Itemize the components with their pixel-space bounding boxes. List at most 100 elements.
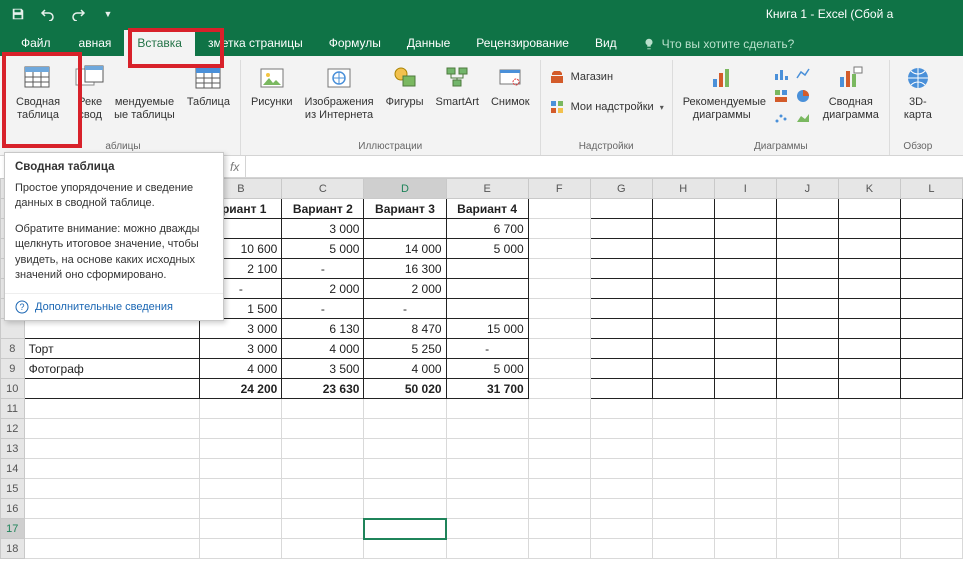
cell[interactable] bbox=[446, 279, 528, 299]
cell[interactable]: 3 500 bbox=[282, 359, 364, 379]
cell[interactable]: 3 000 bbox=[200, 319, 282, 339]
col-header-k[interactable]: K bbox=[838, 179, 900, 199]
save-icon[interactable] bbox=[8, 4, 28, 24]
col-header-f[interactable]: F bbox=[528, 179, 590, 199]
cell[interactable]: 6 130 bbox=[282, 319, 364, 339]
col-header-j[interactable]: J bbox=[776, 179, 838, 199]
row-header-8[interactable]: 8 bbox=[1, 339, 25, 359]
cell[interactable]: 8 470 bbox=[364, 319, 446, 339]
cell[interactable]: Вариант 2 bbox=[282, 199, 364, 219]
col-header-i[interactable]: I bbox=[714, 179, 776, 199]
row-header-12[interactable]: 12 bbox=[1, 419, 25, 439]
row-header-10[interactable]: 10 bbox=[1, 379, 25, 399]
cell[interactable]: 31 700 bbox=[446, 379, 528, 399]
tab-page-layout[interactable]: зметка страницы bbox=[195, 30, 316, 56]
hierarchy-chart-icon[interactable] bbox=[771, 86, 791, 106]
table-button[interactable]: Таблица bbox=[183, 60, 234, 111]
row-header-9[interactable]: 9 bbox=[1, 359, 25, 379]
cell[interactable]: - bbox=[364, 299, 446, 319]
pivot-chart-button[interactable]: Сводная диаграмма bbox=[819, 60, 883, 123]
tab-formulas[interactable]: Формулы bbox=[316, 30, 394, 56]
3d-map-button[interactable]: 3D- карта bbox=[896, 60, 940, 123]
cell[interactable]: 2 000 bbox=[364, 279, 446, 299]
fx-label[interactable]: fx bbox=[224, 160, 245, 174]
store-button[interactable]: Магазин bbox=[547, 68, 666, 86]
cell[interactable] bbox=[446, 259, 528, 279]
smartart-button[interactable]: SmartArt bbox=[432, 60, 483, 111]
column-chart-icon[interactable] bbox=[771, 64, 791, 84]
cell[interactable]: - bbox=[282, 259, 364, 279]
cell[interactable]: - bbox=[446, 339, 528, 359]
recommended-pivot-prefix[interactable]: Реке свод bbox=[68, 60, 112, 123]
cell[interactable]: 4 000 bbox=[282, 339, 364, 359]
undo-icon[interactable] bbox=[38, 4, 58, 24]
my-addins-label: Мои надстройки bbox=[571, 101, 654, 113]
row-header-17[interactable]: 17 bbox=[1, 519, 25, 539]
row-header-13[interactable]: 13 bbox=[1, 439, 25, 459]
tab-insert[interactable]: Вставка bbox=[124, 30, 195, 56]
tab-view[interactable]: Вид bbox=[582, 30, 630, 56]
cell[interactable] bbox=[24, 379, 200, 399]
cell[interactable]: Торт bbox=[24, 339, 200, 359]
cell[interactable] bbox=[364, 219, 446, 239]
tooltip-body-1: Простое упорядочение и сведение данных в… bbox=[15, 181, 213, 212]
surface-chart-icon[interactable] bbox=[793, 108, 813, 128]
cell[interactable]: 4 000 bbox=[364, 359, 446, 379]
tab-file[interactable]: Файл bbox=[8, 30, 64, 56]
tab-review[interactable]: Рецензирование bbox=[463, 30, 582, 56]
cell[interactable]: 50 020 bbox=[364, 379, 446, 399]
cell[interactable] bbox=[446, 299, 528, 319]
recommended-charts-button[interactable]: Рекомендуемые диаграммы bbox=[679, 60, 765, 123]
row-header-16[interactable]: 16 bbox=[1, 499, 25, 519]
online-pictures-button[interactable]: Изображения из Интернета bbox=[300, 60, 377, 123]
row-header-14[interactable]: 14 bbox=[1, 459, 25, 479]
col-header-e[interactable]: E bbox=[446, 179, 528, 199]
active-cell[interactable] bbox=[364, 519, 446, 539]
pivot-table-label: Сводная таблица bbox=[16, 96, 60, 121]
shapes-button[interactable]: Фигуры bbox=[382, 60, 428, 111]
cell[interactable]: - bbox=[282, 299, 364, 319]
line-chart-icon[interactable] bbox=[793, 64, 813, 84]
my-addins-button[interactable]: Мои надстройки ▾ bbox=[547, 98, 666, 116]
row-header-11[interactable]: 11 bbox=[1, 399, 25, 419]
col-header-h[interactable]: H bbox=[652, 179, 714, 199]
tab-home[interactable]: авная bbox=[66, 30, 125, 56]
col-header-d[interactable]: D bbox=[364, 179, 446, 199]
row-header-15[interactable]: 15 bbox=[1, 479, 25, 499]
cell[interactable]: 2 000 bbox=[282, 279, 364, 299]
row-header[interactable] bbox=[1, 319, 25, 339]
pie-chart-icon[interactable] bbox=[793, 86, 813, 106]
cell[interactable]: 5 250 bbox=[364, 339, 446, 359]
cell[interactable]: Фотограф bbox=[24, 359, 200, 379]
cell[interactable]: 3 000 bbox=[200, 339, 282, 359]
cell[interactable]: 16 300 bbox=[364, 259, 446, 279]
cell[interactable]: 3 000 bbox=[282, 219, 364, 239]
my-addins-icon bbox=[549, 99, 565, 115]
screenshot-button[interactable]: Снимок bbox=[487, 60, 534, 111]
cell[interactable]: 24 200 bbox=[200, 379, 282, 399]
cell[interactable]: 14 000 bbox=[364, 239, 446, 259]
row-header-18[interactable]: 18 bbox=[1, 539, 25, 559]
recommended-pivot-button[interactable]: мендуемые ые таблицы bbox=[110, 60, 179, 123]
tell-me-search[interactable]: Что вы хотите сделать? bbox=[630, 32, 807, 56]
tab-data[interactable]: Данные bbox=[394, 30, 463, 56]
cell[interactable]: Вариант 3 bbox=[364, 199, 446, 219]
cell[interactable]: 6 700 bbox=[446, 219, 528, 239]
formula-input[interactable] bbox=[245, 156, 963, 177]
scatter-chart-icon[interactable] bbox=[771, 108, 791, 128]
cell[interactable]: 5 000 bbox=[446, 359, 528, 379]
cell[interactable]: 23 630 bbox=[282, 379, 364, 399]
cell[interactable]: 5 000 bbox=[446, 239, 528, 259]
cell[interactable]: Вариант 4 bbox=[446, 199, 528, 219]
pivot-table-button[interactable]: Сводная таблица bbox=[12, 60, 64, 123]
pictures-button[interactable]: Рисунки bbox=[247, 60, 297, 111]
col-header-c[interactable]: C bbox=[282, 179, 364, 199]
tooltip-more-info-link[interactable]: ? Дополнительные сведения bbox=[5, 293, 223, 320]
col-header-l[interactable]: L bbox=[900, 179, 962, 199]
col-header-g[interactable]: G bbox=[590, 179, 652, 199]
qat-dropdown-icon[interactable]: ▼ bbox=[98, 4, 118, 24]
cell[interactable]: 4 000 bbox=[200, 359, 282, 379]
redo-icon[interactable] bbox=[68, 4, 88, 24]
cell[interactable]: 15 000 bbox=[446, 319, 528, 339]
cell[interactable]: 5 000 bbox=[282, 239, 364, 259]
